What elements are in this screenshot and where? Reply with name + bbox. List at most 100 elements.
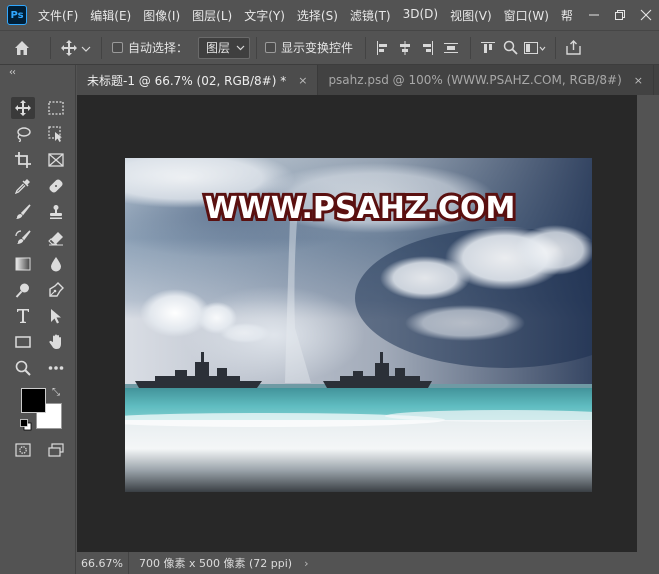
dodge-icon xyxy=(15,283,29,298)
eraser-tool[interactable] xyxy=(44,227,68,249)
close-icon[interactable]: × xyxy=(634,74,643,87)
marquee-tool[interactable] xyxy=(44,97,68,119)
close-icon xyxy=(640,9,652,21)
rectangle-tool[interactable] xyxy=(11,331,35,353)
screen-mode-button[interactable] xyxy=(44,439,68,461)
move-tool-preset-button[interactable] xyxy=(57,36,95,60)
search-button[interactable] xyxy=(499,36,521,60)
main-menu: 文件(F) 编辑(E) 图像(I) 图层(L) 文字(Y) 选择(S) 滤镜(T… xyxy=(38,7,585,24)
dodge-tool[interactable] xyxy=(11,279,35,301)
auto-select-label: 自动选择： xyxy=(128,41,189,55)
restore-button[interactable] xyxy=(607,5,633,25)
clone-stamp-tool[interactable] xyxy=(44,201,68,223)
auto-select-target-value: 图层 xyxy=(206,41,231,55)
default-colors-icon[interactable] xyxy=(20,419,32,431)
show-transform-control[interactable]: 显示变换控件 xyxy=(265,39,353,56)
arrow-cursor-icon xyxy=(51,309,61,324)
crop-icon xyxy=(15,152,31,168)
quick-mask-icon xyxy=(15,443,31,457)
watermark-text: WWW.PSAHZ.COM xyxy=(205,191,516,226)
object-selection-tool[interactable] xyxy=(44,123,68,145)
align-top-button[interactable] xyxy=(477,36,499,60)
brush-icon xyxy=(16,204,31,219)
lasso-tool[interactable] xyxy=(11,123,35,145)
zoom-level[interactable]: 66.67% xyxy=(77,552,129,574)
menu-select[interactable]: 选择(S) xyxy=(297,7,338,24)
eraser-icon xyxy=(48,232,63,246)
menu-filter[interactable]: 滤镜(T) xyxy=(350,7,391,24)
menu-3d[interactable]: 3D(D) xyxy=(403,7,438,24)
screen-mode-icon xyxy=(48,443,64,457)
pen-tool[interactable] xyxy=(44,279,68,301)
eyedropper-tool[interactable] xyxy=(11,175,35,197)
close-icon[interactable]: × xyxy=(298,74,307,87)
divider xyxy=(555,36,557,59)
align-right-button[interactable] xyxy=(416,36,438,60)
foreground-color-swatch[interactable] xyxy=(21,388,46,413)
show-transform-checkbox[interactable] xyxy=(265,42,277,53)
document-tabs: 未标题-1 @ 66.7% (02, RGB/8#) * × psahz.psd… xyxy=(77,65,659,95)
rectangular-marquee-icon xyxy=(48,101,64,115)
menu-view[interactable]: 视图(V) xyxy=(450,7,492,24)
divider xyxy=(101,36,102,59)
swap-colors-icon[interactable]: ⤡ xyxy=(52,387,60,398)
brush-tool[interactable] xyxy=(11,201,35,223)
workspace-layout-icon xyxy=(524,41,546,54)
align-top-icon xyxy=(481,41,496,53)
divider xyxy=(365,36,367,59)
auto-select-control[interactable]: 自动选择： xyxy=(112,39,188,56)
object-selection-icon xyxy=(48,126,62,142)
more-tools[interactable] xyxy=(44,357,68,379)
type-tool[interactable] xyxy=(11,305,35,327)
tab-psahz-psd[interactable]: psahz.psd @ 100% (WWW.PSAHZ.COM, RGB/8#)… xyxy=(318,65,654,95)
gradient-tool[interactable] xyxy=(11,253,35,275)
canvas-workspace[interactable]: WWW.PSAHZ.COM xyxy=(77,95,637,552)
menu-type[interactable]: 文字(Y) xyxy=(244,7,285,24)
blur-tool[interactable] xyxy=(44,253,68,275)
drop-icon xyxy=(51,257,61,272)
pen-icon xyxy=(49,282,64,297)
move-tool[interactable] xyxy=(11,97,35,119)
zoom-icon xyxy=(15,360,31,376)
close-window-button[interactable] xyxy=(633,5,659,25)
document-canvas[interactable]: WWW.PSAHZ.COM xyxy=(125,158,592,492)
align-horizontal-center-icon xyxy=(400,40,411,55)
minimize-icon xyxy=(589,14,599,16)
menu-layer[interactable]: 图层(L) xyxy=(192,7,232,24)
lasso-icon xyxy=(17,127,31,142)
minimize-button[interactable] xyxy=(581,5,607,25)
healing-brush-tool[interactable] xyxy=(44,175,68,197)
auto-select-checkbox[interactable] xyxy=(112,42,123,53)
tab-untitled-1[interactable]: 未标题-1 @ 66.7% (02, RGB/8#) * × xyxy=(77,65,319,95)
history-brush-tool[interactable] xyxy=(11,227,35,249)
menu-file[interactable]: 文件(F) xyxy=(38,7,78,24)
rectangle-icon xyxy=(15,336,31,348)
tab-label: 未标题-1 @ 66.7% (02, RGB/8#) * xyxy=(87,73,287,88)
distribute-button[interactable] xyxy=(438,36,464,60)
menu-image[interactable]: 图像(I) xyxy=(143,7,180,24)
home-button[interactable] xyxy=(0,36,44,60)
align-center-button[interactable] xyxy=(394,36,416,60)
align-right-icon xyxy=(423,40,434,55)
move-icon xyxy=(61,39,91,56)
menu-window[interactable]: 窗口(W) xyxy=(504,7,549,24)
zoom-tool[interactable] xyxy=(11,357,35,379)
collapse-panel-icon[interactable]: ‹‹ xyxy=(9,67,16,78)
photoshop-logo-icon[interactable]: Ps xyxy=(7,5,27,25)
menu-help[interactable]: 帮 xyxy=(561,7,573,24)
right-panel-edge xyxy=(637,95,659,574)
seascape-image: WWW.PSAHZ.COM xyxy=(125,158,592,492)
path-selection-tool[interactable] xyxy=(44,305,68,327)
hand-tool[interactable] xyxy=(44,331,68,353)
more-icon xyxy=(48,366,64,370)
align-left-icon xyxy=(377,40,388,55)
crop-tool[interactable] xyxy=(11,149,35,171)
menu-edit[interactable]: 编辑(E) xyxy=(90,7,131,24)
share-button[interactable] xyxy=(562,36,584,60)
frame-tool[interactable] xyxy=(44,149,68,171)
auto-select-target-dropdown[interactable]: 图层 xyxy=(198,36,251,59)
align-left-button[interactable] xyxy=(372,36,394,60)
status-menu-arrow[interactable]: › xyxy=(304,557,308,570)
workspace-button[interactable] xyxy=(521,36,549,60)
quick-mask-button[interactable] xyxy=(11,439,35,461)
